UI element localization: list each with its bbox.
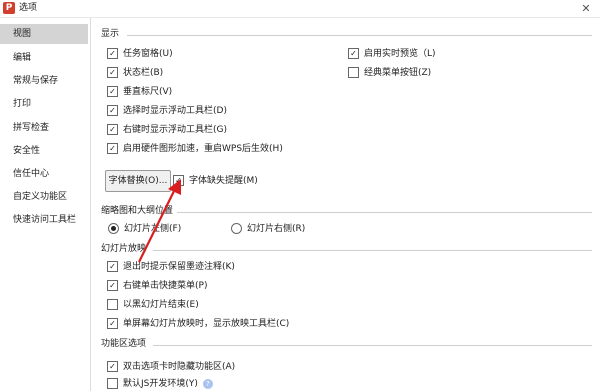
section-heading-display: 显示: [101, 29, 120, 39]
option-label: 右键时显示浮动工具栏(G): [123, 125, 227, 135]
option-label: 启用硬件图形加速，重启WPS后生效(H): [123, 144, 283, 154]
checkbox-empty-icon: [348, 66, 359, 78]
option-label: 选择时显示浮动工具栏(D): [123, 106, 227, 116]
sidebar-item-label: 编辑: [13, 53, 32, 63]
option-label: 垂直标尺(V): [123, 87, 173, 97]
sidebar-item-label: 自定义功能区: [13, 192, 68, 202]
sidebar-item-label: 信任中心: [13, 169, 50, 179]
option-label: 经典菜单按钮(Z): [364, 68, 432, 78]
divider: [127, 35, 592, 36]
checkbox-live-preview[interactable]: ✓ 启用实时预览（L): [348, 47, 436, 61]
radio-slide-right[interactable]: 幻灯片右侧(R): [231, 222, 305, 236]
section-heading-thumbnail: 缩略图和大纲位置: [101, 206, 174, 216]
option-label: 退出时提示保留墨迹注释(K): [123, 262, 235, 272]
checkbox-check-icon: ✓: [107, 317, 118, 329]
checkbox-check-icon: ✓: [107, 85, 118, 97]
close-icon[interactable]: ✕: [578, 0, 594, 17]
section-heading-ribbon: 功能区选项: [101, 339, 147, 349]
checkbox-keep-ink-prompt[interactable]: ✓ 退出时提示保留墨迹注释(K): [107, 260, 235, 274]
checkbox-floating-toolbar-on-select[interactable]: ✓ 选择时显示浮动工具栏(D): [107, 104, 227, 118]
checkbox-task-pane[interactable]: ✓ 任务窗格(U): [107, 47, 173, 61]
checkbox-empty-icon: [107, 377, 118, 389]
sidebar-item-label: 常规与保存: [13, 76, 59, 86]
checkbox-check-icon: ✓: [107, 66, 118, 78]
checkbox-status-bar[interactable]: ✓ 状态栏(B): [107, 66, 163, 80]
sidebar-item-label: 打印: [13, 99, 32, 109]
checkbox-check-icon: ✓: [107, 260, 118, 272]
checkbox-check-icon: ✓: [173, 174, 184, 186]
checkbox-check-icon: ✓: [348, 47, 359, 59]
checkbox-end-with-black-slide[interactable]: 以黑幻灯片结束(E): [107, 298, 199, 312]
checkbox-classic-menu-button[interactable]: 经典菜单按钮(Z): [348, 66, 431, 80]
checkbox-hide-ribbon-on-dblclick[interactable]: ✓ 双击选项卡时隐藏功能区(A): [107, 360, 235, 374]
sidebar-item-print[interactable]: 打印: [0, 94, 88, 114]
checkbox-vertical-ruler[interactable]: ✓ 垂直标尺(V): [107, 85, 172, 99]
radio-slide-left[interactable]: 幻灯片左侧(F): [108, 222, 181, 236]
radio-selected-icon: [108, 222, 119, 234]
sidebar-item-general-save[interactable]: 常规与保存: [0, 71, 88, 91]
option-label: 单屏幕幻灯片放映时，显示放映工具栏(C): [123, 319, 290, 329]
checkbox-check-icon: ✓: [107, 104, 118, 116]
option-label: 幻灯片右侧(R): [247, 224, 306, 234]
wps-presentation-logo-icon: P: [3, 2, 15, 14]
title-bar: P 选项 ✕: [0, 0, 600, 18]
option-label: 右键单击快捷菜单(P): [123, 281, 208, 291]
checkbox-show-slideshow-toolbar[interactable]: ✓ 单屏幕幻灯片放映时，显示放映工具栏(C): [107, 317, 289, 331]
option-label: 字体缺失提醒(M): [189, 176, 258, 186]
option-label: 任务窗格(U): [123, 49, 173, 59]
checkbox-hardware-acceleration[interactable]: ✓ 启用硬件图形加速，重启WPS后生效(H): [107, 142, 283, 156]
checkbox-check-icon: ✓: [107, 142, 118, 154]
checkbox-check-icon: ✓: [107, 47, 118, 59]
radio-empty-icon: [231, 222, 242, 234]
checkbox-empty-icon: [107, 298, 118, 310]
sidebar-item-label: 拼写检查: [13, 123, 50, 133]
option-label: 启用实时预览（L): [364, 49, 436, 59]
sidebar-item-label: 安全性: [13, 146, 41, 156]
option-label: 双击选项卡时隐藏功能区(A): [123, 362, 236, 372]
option-label: 默认JS开发环境(Y): [123, 379, 198, 389]
font-replace-button[interactable]: 字体替换(O)...: [105, 170, 171, 192]
section-heading-slideshow: 幻灯片放映: [101, 244, 147, 254]
checkbox-font-missing-alert[interactable]: ✓ 字体缺失提醒(M): [173, 174, 258, 188]
checkbox-check-icon: ✓: [107, 360, 118, 372]
checkbox-check-icon: ✓: [107, 123, 118, 135]
sidebar-item-label: 视图: [13, 29, 32, 39]
options-sidebar: 视图 编辑 常规与保存 打印 拼写检查 安全性 信任中心 自定义功能区 快速访问…: [0, 18, 91, 391]
help-icon[interactable]: ?: [202, 379, 213, 389]
sidebar-item-customize-ribbon[interactable]: 自定义功能区: [0, 187, 88, 207]
sidebar-item-label: 快速访问工具栏: [13, 215, 77, 225]
options-main-panel: 显示 ✓ 任务窗格(U) ✓ 状态栏(B) ✓ 垂直标尺(V) ✓ 选择时显示浮动工具栏…: [91, 18, 600, 391]
sidebar-item-trust-center[interactable]: 信任中心: [0, 164, 88, 184]
window-title: 选项: [19, 3, 38, 13]
sidebar-item-edit[interactable]: 编辑: [0, 48, 88, 68]
option-label: 幻灯片左侧(F): [124, 224, 182, 234]
sidebar-item-spellcheck[interactable]: 拼写检查: [0, 118, 88, 138]
checkbox-rightclick-menu[interactable]: ✓ 右键单击快捷菜单(P): [107, 279, 207, 293]
checkbox-check-icon: ✓: [107, 279, 118, 291]
checkbox-default-js-env[interactable]: 默认JS开发环境(Y)?: [107, 377, 213, 391]
sidebar-item-quick-access-toolbar[interactable]: 快速访问工具栏: [0, 210, 88, 230]
checkbox-floating-toolbar-on-rightclick[interactable]: ✓ 右键时显示浮动工具栏(G): [107, 123, 227, 137]
sidebar-item-view[interactable]: 视图: [0, 24, 88, 44]
option-label: 以黑幻灯片结束(E): [123, 300, 199, 310]
divider: [153, 345, 592, 346]
divider: [153, 250, 592, 251]
sidebar-item-security[interactable]: 安全性: [0, 141, 88, 161]
divider: [177, 212, 592, 213]
option-label: 状态栏(B): [123, 68, 164, 78]
